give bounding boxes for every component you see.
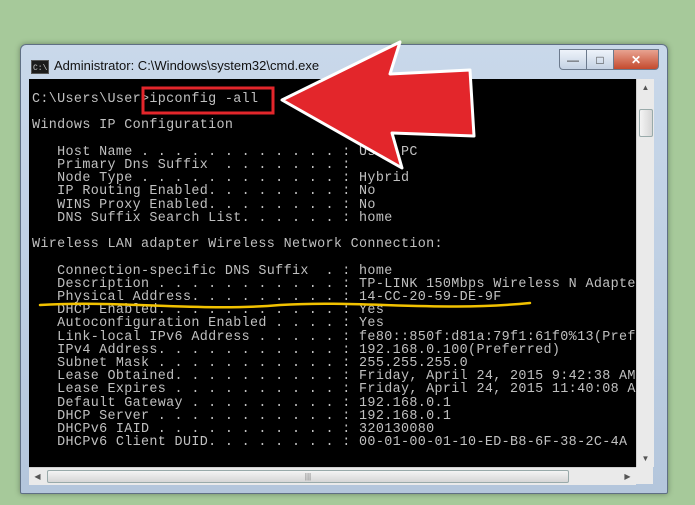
window-title: Administrator: C:\Windows\system32\cmd.e…	[54, 58, 320, 73]
cmd-window: C:\ Administrator: C:\Windows\system32\c…	[20, 44, 668, 494]
scrollbar-corner	[636, 467, 653, 484]
title-bar[interactable]: C:\ Administrator: C:\Windows\system32\c…	[21, 45, 667, 79]
scroll-left-icon[interactable]: ◀	[29, 468, 46, 485]
minimize-button[interactable]: —	[559, 49, 587, 70]
scroll-right-icon[interactable]: ▶	[619, 468, 636, 485]
cmd-icon: C:\	[31, 60, 49, 74]
close-button[interactable]: ✕	[614, 49, 659, 70]
vertical-scrollbar[interactable]: ▲ ▼	[636, 79, 654, 467]
caption-buttons: — □ ✕	[559, 49, 659, 70]
scroll-down-icon[interactable]: ▼	[637, 450, 654, 467]
svg-text:C:\: C:\	[33, 64, 48, 73]
maximize-button[interactable]: □	[587, 49, 614, 70]
horizontal-scrollbar[interactable]: ◀ ||| ▶	[29, 467, 636, 485]
console-text: C:\Users\User>ipconfig -all Windows IP C…	[32, 92, 636, 451]
horizontal-scroll-thumb[interactable]: |||	[47, 470, 569, 483]
scroll-up-icon[interactable]: ▲	[637, 79, 654, 96]
console-output[interactable]: C:\Users\User>ipconfig -all Windows IP C…	[29, 79, 636, 484]
vertical-scroll-thumb[interactable]	[639, 109, 653, 137]
